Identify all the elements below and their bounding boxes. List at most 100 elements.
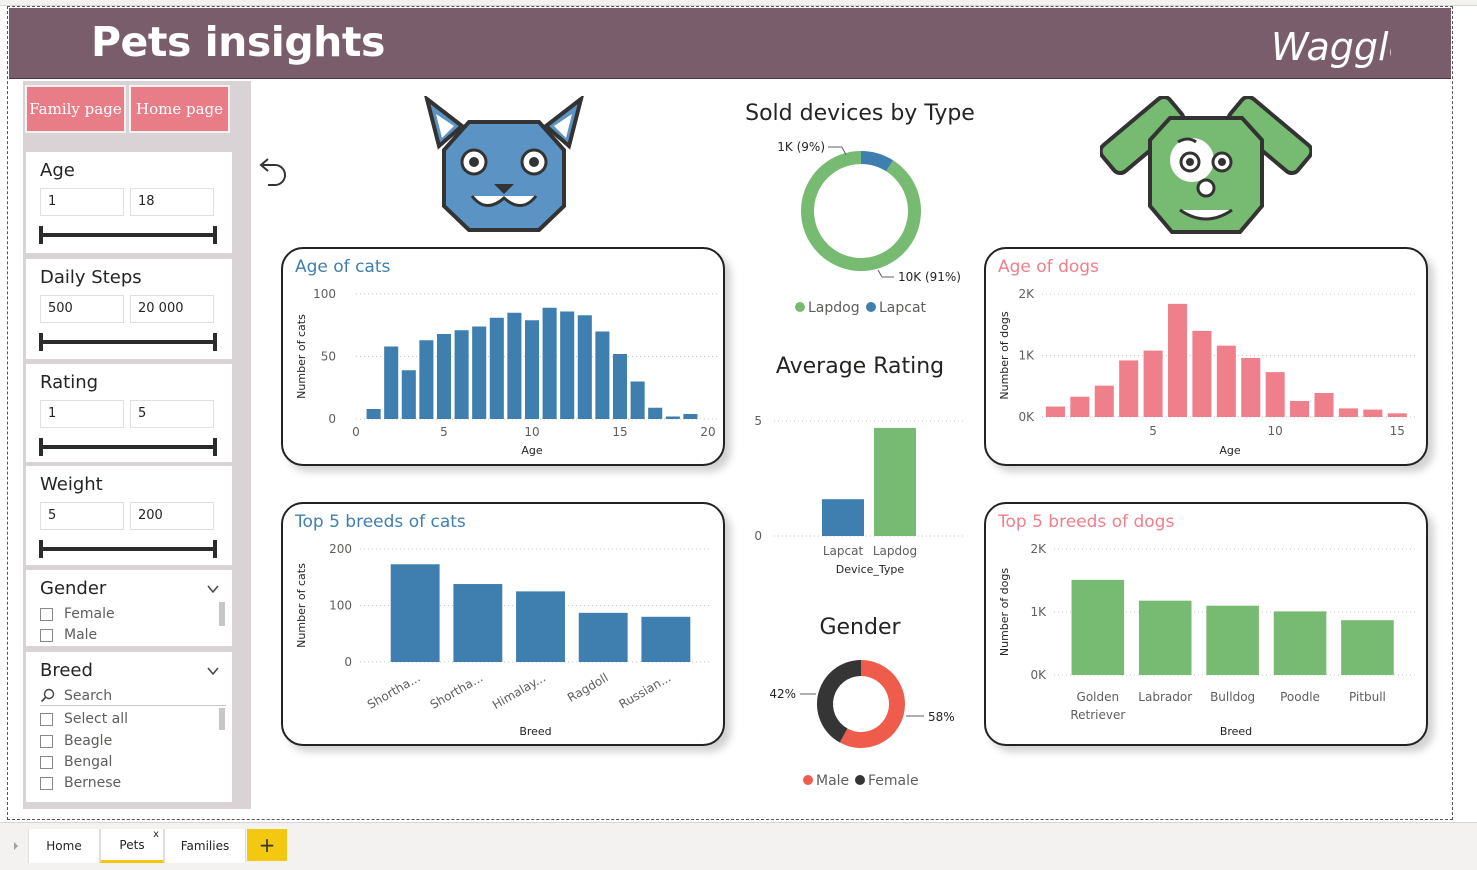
- steps-min-input[interactable]: 500: [40, 295, 124, 323]
- chart-title: Top 5 breeds of dogs: [998, 512, 1175, 532]
- rating-slider-min-handle[interactable]: [39, 438, 43, 456]
- bar: [612, 354, 628, 419]
- breed-option-bengal[interactable]: Bengal: [40, 754, 112, 770]
- x-axis-label: Age: [1219, 444, 1241, 457]
- average-rating-title: Average Rating: [775, 354, 945, 379]
- age-slider-min-handle[interactable]: [39, 226, 43, 244]
- x-tick-label: Shortha...: [428, 670, 486, 711]
- bar: [436, 334, 452, 419]
- breeds-of-cats-chart[interactable]: 0 100 200 Number of cats Breed Shortha... Shor…: [283, 504, 723, 744]
- age-of-cats-chart[interactable]: 0 50 100 0 5 10 15 20 Number of cats Age: [283, 249, 723, 464]
- option-label: Beagle: [64, 733, 113, 749]
- bar: [472, 326, 487, 419]
- legend-label: Female: [868, 773, 919, 789]
- bar: [1363, 409, 1383, 417]
- y-tick-label: 1K: [1030, 605, 1047, 619]
- weight-slider-max-handle[interactable]: [213, 540, 217, 558]
- weight-max-input[interactable]: 200: [130, 502, 214, 530]
- y-axis-label: Number of dogs: [998, 311, 1011, 399]
- scroll-left-icon[interactable]: [12, 841, 20, 851]
- sold-devices-donut[interactable]: 1K (9%) 10K (91%) Lapdog Lapcat: [740, 130, 980, 325]
- checkbox[interactable]: [40, 712, 53, 726]
- family-page-button[interactable]: Family page: [25, 85, 126, 133]
- gender-option-female[interactable]: Female: [40, 606, 115, 622]
- scrollbar[interactable]: [219, 602, 225, 626]
- tab-home[interactable]: Home: [28, 829, 100, 863]
- steps-slider-min-handle[interactable]: [39, 333, 43, 351]
- undo-arrow-icon[interactable]: [256, 156, 290, 192]
- data-label: 42%: [769, 687, 796, 701]
- checkbox[interactable]: [40, 755, 53, 769]
- bar: [595, 331, 610, 419]
- age-slider-track[interactable]: [40, 233, 216, 237]
- waggle-logo: Waggle: [1271, 25, 1391, 69]
- average-rating-chart[interactable]: 0 5 Lapcat Lapdog Device_Type: [740, 400, 980, 585]
- breeds-of-dogs-card: Top 5 breeds of dogs 0K 1K 2K Number of dog…: [984, 502, 1428, 746]
- x-tick-label: 10: [524, 425, 539, 439]
- rating-min-input[interactable]: 1: [40, 400, 124, 428]
- breed-option-beagle[interactable]: Beagle: [40, 733, 112, 749]
- checkbox[interactable]: [40, 776, 53, 790]
- chevron-down-icon[interactable]: [206, 582, 220, 596]
- y-tick-label: 2K: [1030, 542, 1047, 556]
- age-of-dogs-card: Age of dogs 0K 1K 2K Number of dogs Age 5 10 15: [984, 247, 1428, 466]
- legend-marker: [803, 775, 813, 785]
- breed-option-select-all[interactable]: Select all: [40, 711, 128, 727]
- bar: [1216, 345, 1236, 417]
- gender-option-male[interactable]: Male: [40, 627, 97, 643]
- legend-marker: [855, 775, 865, 785]
- bar: [390, 564, 440, 662]
- bar: [577, 315, 592, 419]
- steps-max-input[interactable]: 20 000: [130, 295, 214, 323]
- breed-search-input[interactable]: Search: [40, 686, 226, 706]
- chevron-down-icon[interactable]: [206, 664, 220, 678]
- age-slider-max-handle[interactable]: [213, 226, 217, 244]
- tab-pets[interactable]: Pets x: [100, 829, 164, 863]
- filter-panel: Family page Home page Age 1 18 Daily Ste…: [23, 81, 251, 809]
- x-tick-label: 15: [1390, 424, 1405, 438]
- close-tab-icon[interactable]: x: [153, 829, 159, 840]
- x-tick-label: 5: [1149, 424, 1157, 438]
- rating-slider-max-handle[interactable]: [213, 438, 217, 456]
- scrollbar[interactable]: [219, 708, 225, 730]
- gender-donut[interactable]: 58% 42% Male Female: [740, 650, 980, 795]
- weight-slider-track[interactable]: [40, 547, 216, 551]
- x-axis-label: Device_Type: [836, 563, 905, 576]
- bar: [1387, 413, 1407, 417]
- bar: [516, 591, 565, 662]
- y-tick-label: 5: [754, 414, 762, 428]
- breeds-of-dogs-chart[interactable]: 0K 1K 2K Number of dogs Breed Golden Retriever…: [986, 504, 1426, 744]
- age-of-cats-card: Age of cats 0 50 100 0 5 10 15 20 Number of cats…: [281, 247, 725, 466]
- bar: [524, 320, 540, 419]
- bar: [648, 407, 663, 419]
- rating-max-input[interactable]: 5: [130, 400, 214, 428]
- tab-families[interactable]: Families: [164, 829, 246, 863]
- breed-slicer-title: Breed: [40, 660, 93, 681]
- rating-slider-track[interactable]: [40, 445, 216, 449]
- checkbox[interactable]: [40, 734, 53, 748]
- x-tick-label: Lapcat: [823, 544, 864, 558]
- weight-min-input[interactable]: 5: [40, 502, 124, 530]
- donut-slice: [817, 660, 861, 743]
- option-label: Select all: [64, 711, 128, 727]
- x-tick-label: Golden: [1077, 690, 1120, 704]
- bar: [489, 317, 504, 419]
- age-min-input[interactable]: 1: [40, 188, 124, 216]
- age-max-input[interactable]: 18: [130, 188, 214, 216]
- breed-option-bernese[interactable]: Bernese: [40, 775, 121, 791]
- checkbox[interactable]: [40, 628, 53, 642]
- age-of-dogs-chart[interactable]: 0K 1K 2K Number of dogs Age 5 10 15: [986, 249, 1426, 464]
- add-page-button[interactable]: +: [247, 829, 287, 861]
- x-tick-label: Retriever: [1070, 708, 1125, 722]
- page-title: Pets insights: [91, 18, 385, 66]
- bar: [1143, 350, 1163, 417]
- steps-slider-max-handle[interactable]: [213, 333, 217, 351]
- page-tab-bar: Home Pets x Families +: [0, 822, 1477, 870]
- x-tick-label: 20: [700, 425, 715, 439]
- home-page-button[interactable]: Home page: [129, 85, 230, 133]
- checkbox[interactable]: [40, 607, 53, 621]
- weight-slider-min-handle[interactable]: [39, 540, 43, 558]
- x-tick-label: Labrador: [1138, 690, 1192, 704]
- x-tick-label: 0: [352, 425, 360, 439]
- steps-slider-track[interactable]: [40, 340, 216, 344]
